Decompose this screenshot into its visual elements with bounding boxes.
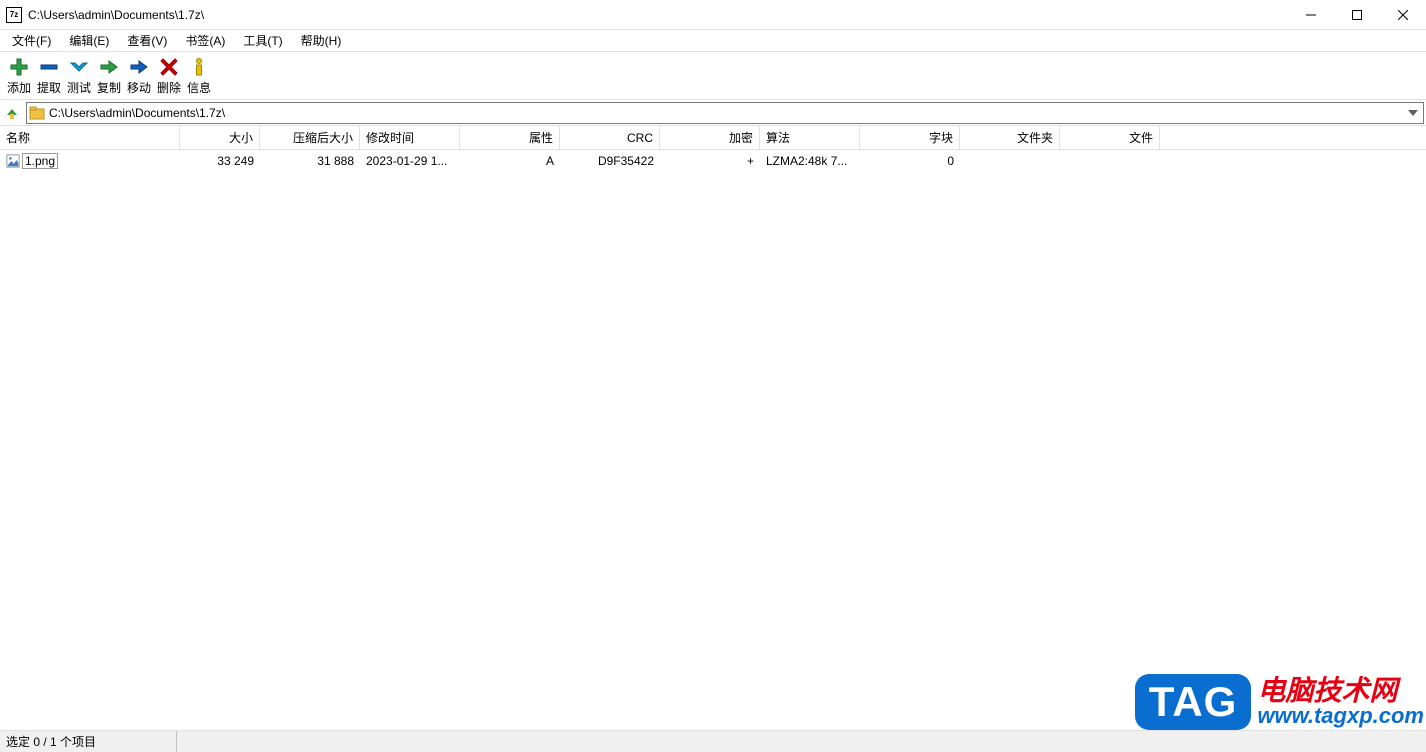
col-header-name[interactable]: 名称 [0,126,180,149]
col-header-encrypted[interactable]: 加密 [660,126,760,149]
col-header-folders[interactable]: 文件夹 [960,126,1060,149]
arrow-right-blue-icon [128,56,150,78]
cell-attr: A [460,152,560,170]
cell-packed: 31 888 [260,152,360,170]
x-red-icon [158,56,180,78]
cell-block: 0 [860,152,960,170]
info-button[interactable]: 信息 [184,54,214,96]
check-icon [68,56,90,78]
cell-files [1060,159,1160,163]
menu-help[interactable]: 帮助(H) [293,30,350,51]
col-header-method[interactable]: 算法 [760,126,860,149]
filename-text: 1.png [22,153,58,169]
cell-modified: 2023-01-29 1... [360,152,460,170]
address-input[interactable] [49,106,1405,120]
col-header-files[interactable]: 文件 [1060,126,1160,149]
list-row[interactable]: 1.png 33 249 31 888 2023-01-29 1... A D9… [0,150,1426,172]
watermark-tag: TAG [1135,674,1252,730]
col-header-attr[interactable]: 属性 [460,126,560,149]
menubar: 文件(F) 编辑(E) 查看(V) 书签(A) 工具(T) 帮助(H) [0,30,1426,52]
menu-bookmarks[interactable]: 书签(A) [177,30,233,51]
minus-icon [38,56,60,78]
folder-icon [29,105,45,121]
cell-folders [960,159,1060,163]
arrow-right-green-icon [98,56,120,78]
status-selection: 选定 0 / 1 个项目 [6,731,177,752]
watermark: TAG 电脑技术网 www.tagxp.com [1135,674,1424,730]
up-button[interactable] [2,103,22,123]
copy-button[interactable]: 复制 [94,54,124,96]
extract-button[interactable]: 提取 [34,54,64,96]
addressbar [0,100,1426,126]
cell-method: LZMA2:48k 7... [760,152,860,170]
add-button[interactable]: 添加 [4,54,34,96]
maximize-button[interactable] [1334,0,1380,30]
col-header-block[interactable]: 字块 [860,126,960,149]
list-body[interactable]: 1.png 33 249 31 888 2023-01-29 1... A D9… [0,150,1426,698]
menu-view[interactable]: 查看(V) [119,30,175,51]
image-file-icon [6,154,20,168]
watermark-text: 电脑技术网 www.tagxp.com [1257,677,1424,727]
address-dropdown[interactable] [1405,110,1421,116]
menu-file[interactable]: 文件(F) [4,30,59,51]
address-input-wrap [26,102,1424,124]
watermark-cn: 电脑技术网 [1257,677,1424,705]
menu-edit[interactable]: 编辑(E) [61,30,117,51]
list-header: 名称 大小 压缩后大小 修改时间 属性 CRC 加密 算法 字块 文件夹 文件 [0,126,1426,150]
app-icon: 7z [6,7,22,23]
delete-button[interactable]: 删除 [154,54,184,96]
col-header-packed[interactable]: 压缩后大小 [260,126,360,149]
test-button[interactable]: 测试 [64,54,94,96]
info-icon [188,56,210,78]
watermark-url: www.tagxp.com [1257,705,1424,727]
close-button[interactable] [1380,0,1426,30]
cell-name: 1.png [0,151,180,171]
toolbar: 添加 提取 测试 复制 移动 删除 信息 [0,52,1426,100]
col-header-size[interactable]: 大小 [180,126,260,149]
minimize-button[interactable] [1288,0,1334,30]
move-button[interactable]: 移动 [124,54,154,96]
cell-size: 33 249 [180,152,260,170]
cell-encrypted: + [660,152,760,170]
col-header-crc[interactable]: CRC [560,126,660,149]
menu-tools[interactable]: 工具(T) [235,30,290,51]
col-header-modified[interactable]: 修改时间 [360,126,460,149]
cell-crc: D9F35422 [560,152,660,170]
window-controls [1288,0,1426,29]
plus-icon [8,56,30,78]
statusbar: 选定 0 / 1 个项目 [0,730,1426,752]
window-title: C:\Users\admin\Documents\1.7z\ [28,8,1288,22]
titlebar: 7z C:\Users\admin\Documents\1.7z\ [0,0,1426,30]
